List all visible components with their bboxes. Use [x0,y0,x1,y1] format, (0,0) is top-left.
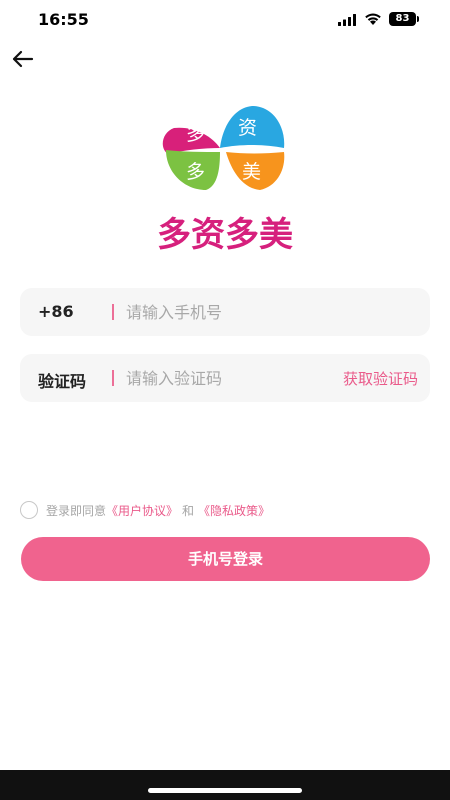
agreement-prefix: 登录即同意 [46,503,107,518]
phone-input[interactable] [126,298,416,326]
app-logo: 多 资 多 美 [162,106,285,190]
logo-char-3: 多 [186,161,205,183]
battery-icon: 83 [389,12,416,26]
wifi-icon [365,13,381,25]
phone-field[interactable]: +86 [20,288,430,336]
logo-wordmark: 多资多美 [157,215,293,255]
battery-tip [417,16,419,22]
code-label: 验证码 [38,372,87,391]
signal-icon [338,14,356,26]
code-field[interactable]: 验证码 获取验证码 [20,354,430,402]
status-bar: 16:55 83 [0,0,450,40]
logo-char-1: 多 [186,123,205,145]
home-indicator[interactable] [148,788,302,793]
logo-char-4: 美 [242,161,261,183]
country-code-label: +86 [38,302,74,321]
user-agreement-link[interactable]: 《用户协议》 [106,502,178,519]
login-screen: 16:55 83 多 资 多 美 多资多美 +86 请输入手机号 验证码 请输入… [0,0,450,800]
code-input[interactable] [126,364,316,392]
agreement-and: 和 [182,503,195,518]
status-time: 16:55 [38,10,89,29]
field-divider [112,304,114,320]
logo-wordmark-text: 多资多美 [157,215,293,255]
agreement-row: 登录即同意 《用户协议》 和 《隐私政策》 [20,500,270,520]
privacy-policy-link[interactable]: 《隐私政策》 [198,502,270,519]
agreement-checkbox[interactable] [20,501,38,519]
system-nav-bar [0,770,450,800]
get-code-button[interactable]: 获取验证码 [343,368,418,389]
arrow-left-icon[interactable] [8,44,38,74]
logo-emblem [162,106,285,190]
phone-login-button[interactable]: 手机号登录 [21,537,430,581]
logo-char-2: 资 [238,117,257,139]
field-divider [112,370,114,386]
